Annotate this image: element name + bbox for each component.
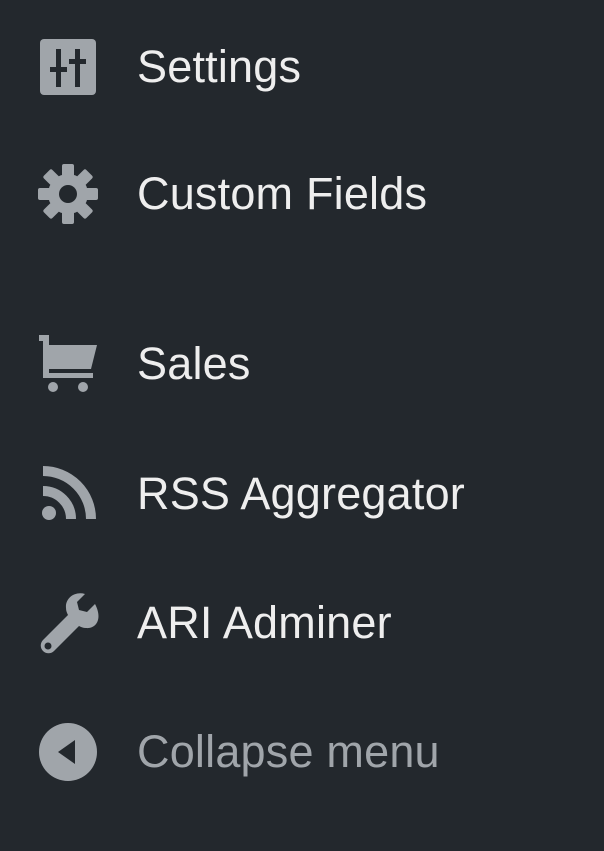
sidebar-item-label: ARI Adminer <box>137 597 392 648</box>
rss-icon <box>32 458 104 530</box>
sidebar-item-label: Custom Fields <box>137 168 428 219</box>
sidebar-item-rss-aggregator[interactable]: RSS Aggregator <box>0 439 604 549</box>
sidebar-item-sales[interactable]: Sales <box>0 309 604 419</box>
settings-sliders-icon <box>32 31 104 103</box>
sidebar-item-ari-adminer[interactable]: ARI Adminer <box>0 568 604 678</box>
cart-icon <box>32 328 104 400</box>
gear-icon <box>32 158 104 230</box>
sidebar-item-settings[interactable]: Settings <box>0 12 604 122</box>
collapse-menu-button[interactable]: Collapse menu <box>0 697 604 807</box>
collapse-arrow-icon <box>32 716 104 788</box>
wrench-icon <box>32 587 104 659</box>
sidebar-item-label: RSS Aggregator <box>137 468 465 519</box>
sidebar-item-label: Settings <box>137 41 302 92</box>
sidebar-item-label: Sales <box>137 338 251 389</box>
admin-sidebar-menu: Settings Custom Fields Sales RSS Aggrega… <box>0 0 604 851</box>
collapse-menu-label: Collapse menu <box>137 726 440 777</box>
sidebar-item-custom-fields[interactable]: Custom Fields <box>0 139 604 249</box>
